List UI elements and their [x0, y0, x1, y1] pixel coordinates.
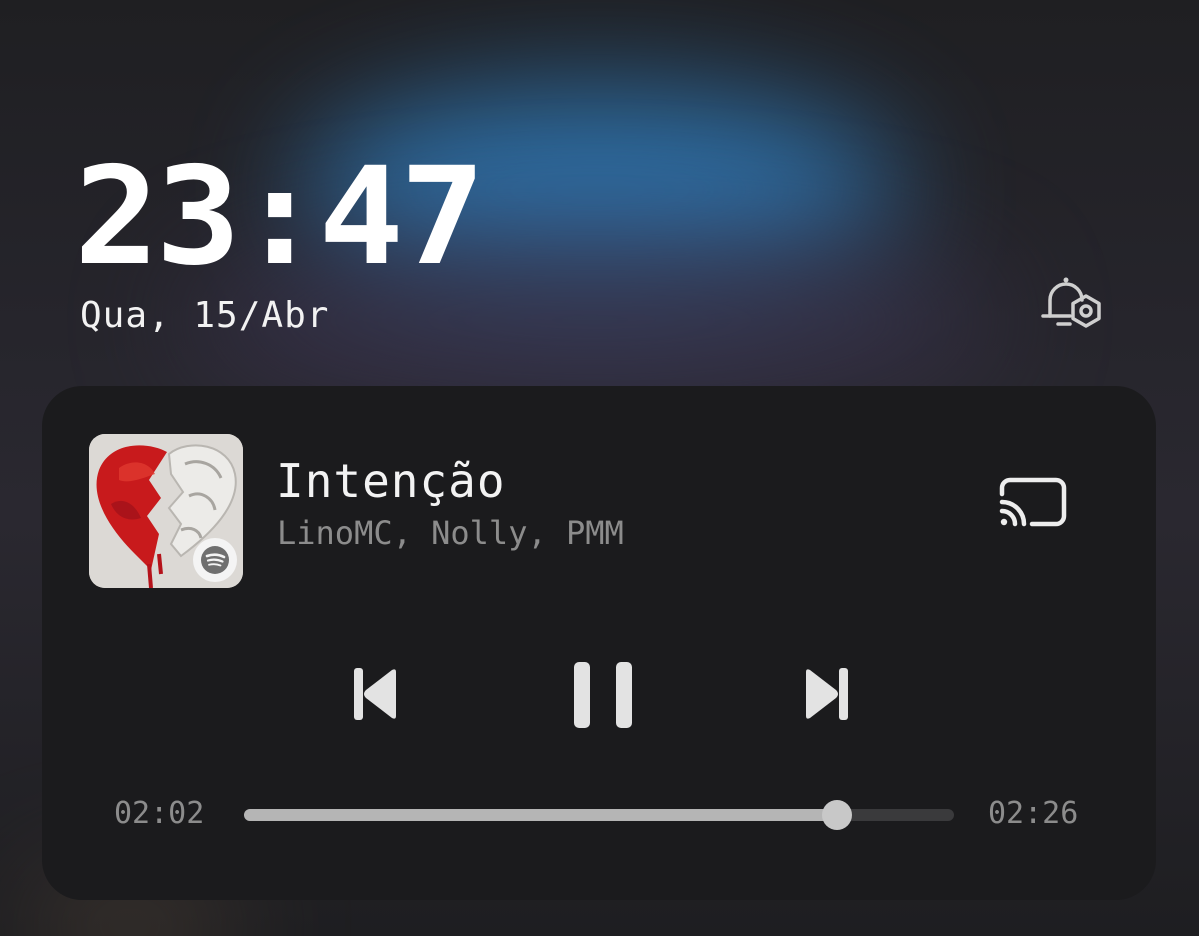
skip-previous-icon: [354, 668, 396, 720]
pause-icon: [574, 662, 632, 728]
total-duration: 02:26: [988, 796, 1079, 831]
elapsed-time: 02:02: [114, 796, 205, 831]
seek-bar-thumb[interactable]: [822, 800, 853, 830]
cast-button[interactable]: [994, 472, 1074, 536]
media-player-card: Intenção LinoMC, Nolly, PMM 02:02 02:26: [42, 386, 1156, 900]
skip-next-icon: [806, 668, 848, 720]
pause-button[interactable]: [568, 658, 640, 732]
alarm-settings-icon: [1041, 277, 1101, 328]
lockscreen-date: Qua, 15/Abr: [80, 295, 330, 336]
track-title: Intenção: [276, 454, 506, 508]
spotify-badge: [193, 538, 237, 582]
next-track-button[interactable]: [798, 664, 854, 724]
track-artists: LinoMC, Nolly, PMM: [277, 514, 624, 552]
alarm-settings-button[interactable]: [1036, 272, 1108, 338]
cast-icon: [999, 477, 1067, 527]
spotify-icon: [201, 546, 229, 574]
seek-bar[interactable]: [244, 800, 954, 830]
album-art[interactable]: [89, 434, 243, 588]
lockscreen-clock: 23:47: [74, 138, 485, 296]
seek-bar-progress: [244, 809, 838, 821]
previous-track-button[interactable]: [348, 664, 404, 724]
